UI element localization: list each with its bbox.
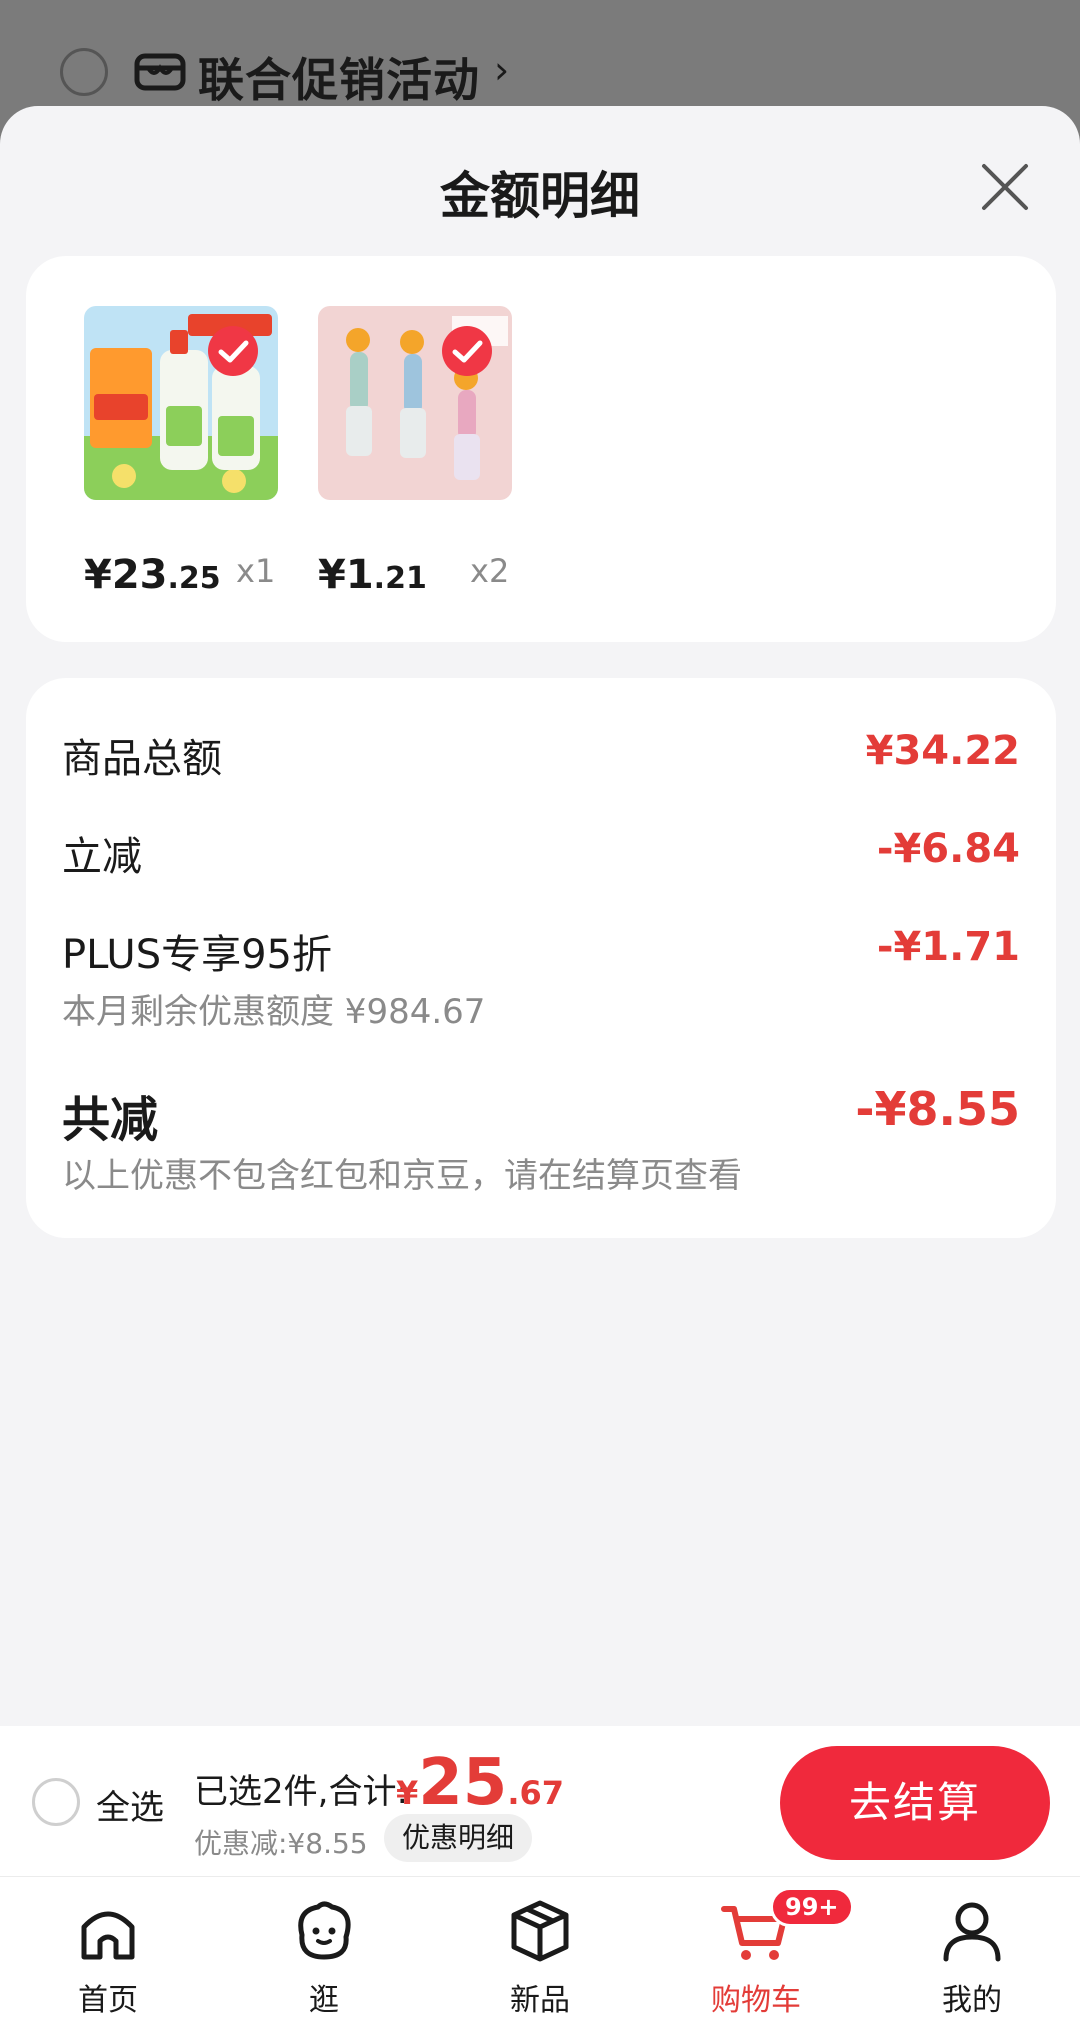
plus-discount-value: -¥1.71: [876, 924, 1020, 970]
select-all-checkbox[interactable]: [32, 1778, 80, 1826]
checkout-button[interactable]: 去结算: [780, 1746, 1050, 1860]
product-price: ¥1.21: [318, 552, 427, 598]
instant-discount-value: -¥6.84: [876, 826, 1020, 872]
cart-count-badge: 99+: [770, 1887, 854, 1927]
select-all-label[interactable]: 全选: [96, 1780, 164, 1829]
home-icon: [81, 1911, 135, 1960]
discount-note: 以上优惠不包含红包和京豆，请在结算页查看: [62, 1156, 742, 1196]
box-icon: [511, 1900, 569, 1962]
selected-check-icon: [442, 326, 492, 376]
selected-check-icon: [208, 326, 258, 376]
tab-profile[interactable]: 我的: [902, 1895, 1042, 2025]
plus-remaining-quota: 本月剩余优惠额度 ¥984.67: [62, 992, 486, 1032]
product-quantity: x2: [470, 552, 510, 590]
checkout-bar: 全选 已选2件,合计: ¥25.67 优惠减:¥8.55 优惠明细 去结算: [0, 1726, 1080, 1876]
instant-discount-label: 立减: [62, 834, 142, 880]
promo-title: 联合促销活动: [198, 53, 480, 107]
sheet-title: 金额明细: [440, 167, 640, 225]
products-card: ¥23.25 x1 ¥1.21 x2: [26, 256, 1056, 642]
breakdown-card: 商品总额 ¥34.22 立减 -¥6.84 PLUS专享95折 -¥1.71 本…: [26, 678, 1056, 1238]
product-quantity: x1: [236, 552, 276, 590]
close-icon[interactable]: [970, 152, 1040, 222]
selected-summary: 已选2件,合计:: [194, 1772, 408, 1812]
bottom-tab-bar: 首页 逛 新品 购物车 我的 99+: [0, 1876, 1080, 2026]
total-discount-label: 共减: [62, 1092, 159, 1148]
tab-home[interactable]: 首页: [38, 1895, 178, 2025]
user-icon: [943, 1902, 1001, 1962]
total-price: ¥25.67: [396, 1746, 565, 1820]
subtotal-label: 商品总额: [62, 736, 222, 782]
discount-detail-button[interactable]: 优惠明细: [384, 1814, 533, 1862]
browse-icon: [298, 1901, 351, 1960]
product-price: ¥23.25: [84, 552, 221, 598]
total-discount-value: -¥8.55: [855, 1082, 1020, 1136]
background-radio: [60, 48, 108, 96]
tab-new[interactable]: 新品: [470, 1895, 610, 2025]
discount-amount: 优惠减:¥8.55: [194, 1827, 368, 1860]
tab-browse[interactable]: 逛: [254, 1895, 394, 2025]
chevron-right-icon: ›: [494, 48, 510, 92]
subtotal-value: ¥34.22: [865, 728, 1020, 774]
store-icon: [134, 53, 186, 91]
plus-discount-label: PLUS专享95折: [62, 932, 332, 978]
